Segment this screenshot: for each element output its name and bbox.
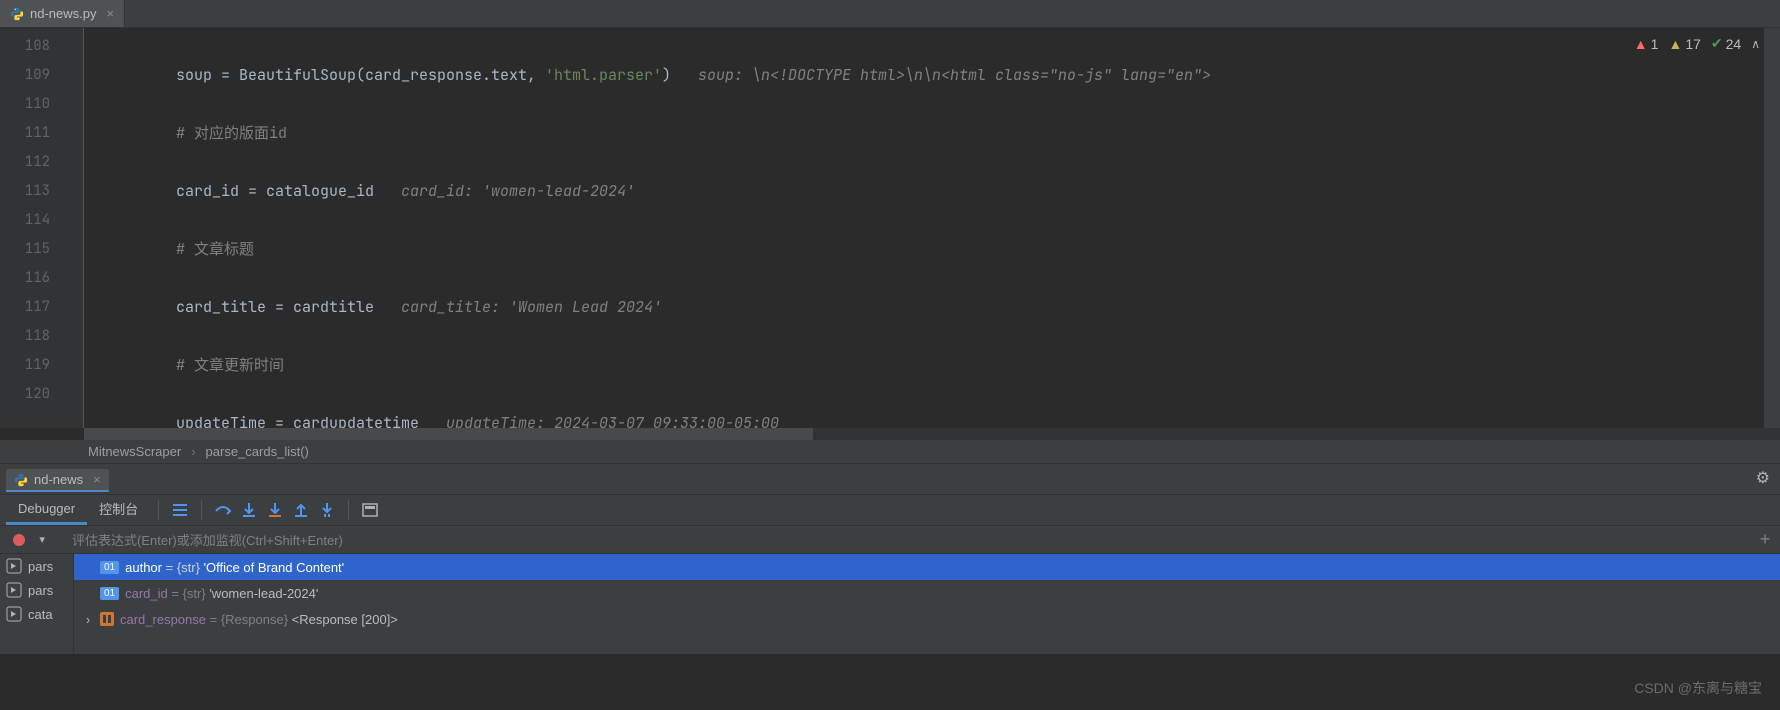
scrollbar-thumb[interactable] <box>84 428 813 440</box>
ok-count: 24 <box>1726 36 1742 52</box>
frame-item[interactable]: pars <box>0 554 73 578</box>
line-number: 109 <box>0 61 50 90</box>
debug-run-tab-label: nd-news <box>34 472 83 487</box>
expand-icon[interactable]: › <box>82 612 94 627</box>
code-line: updateTime = cardupdatetime updateTime: … <box>84 409 1780 428</box>
python-file-icon <box>10 7 24 21</box>
frame-label: cata <box>28 607 53 622</box>
error-count: 1 <box>1651 36 1659 52</box>
step-out-button[interactable] <box>288 497 314 523</box>
code-editor[interactable]: 108 109 110 111 112 113 114 115 116 117 … <box>0 28 1780 428</box>
frame-label: pars <box>28 559 53 574</box>
code-line: card_id = catalogue_id card_id: 'women-l… <box>84 177 1780 206</box>
restart-frame-icon <box>6 558 22 574</box>
code-line: card_title = cardtitle card_title: 'Wome… <box>84 293 1780 322</box>
variable-row[interactable]: › card_response = {Response} <Response [… <box>74 606 1780 632</box>
variable-name: card_id <box>125 586 168 601</box>
breadcrumb-method[interactable]: parse_cards_list() <box>206 444 309 459</box>
line-number: 114 <box>0 206 50 235</box>
step-into-button[interactable] <box>236 497 262 523</box>
variable-type: = {str} <box>168 586 210 601</box>
chevron-up-icon[interactable]: ∧ <box>1751 37 1760 51</box>
gear-icon[interactable]: ⚙ <box>1756 468 1770 488</box>
warning-count: 17 <box>1685 36 1701 52</box>
line-number: 118 <box>0 322 50 351</box>
debugger-tab-row: Debugger 控制台 <box>0 494 1780 526</box>
evaluate-watch-row: ▾ 评估表达式(Enter)或添加监视(Ctrl+Shift+Enter) + <box>0 526 1780 554</box>
line-number: 119 <box>0 351 50 380</box>
line-number: 115 <box>0 235 50 264</box>
variable-type: = {str} <box>162 560 204 575</box>
variable-value: <Response [200]> <box>292 612 398 627</box>
line-number: 117 <box>0 293 50 322</box>
debug-run-tab-row: nd-news × ⚙ <box>0 464 1780 494</box>
variables-pane[interactable]: 01 author = {str} 'Office of Brand Conte… <box>74 554 1780 654</box>
line-gutter: 108 109 110 111 112 113 114 115 116 117 … <box>0 28 60 428</box>
str-badge-icon: 01 <box>100 561 119 574</box>
error-icon: ▲ <box>1634 36 1648 52</box>
frame-label: pars <box>28 583 53 598</box>
line-number: 108 <box>0 32 50 61</box>
code-line: # 对应的版面id <box>84 119 1780 148</box>
variable-row[interactable]: 01 author = {str} 'Office of Brand Conte… <box>74 554 1780 580</box>
python-run-icon <box>14 473 28 487</box>
variable-name: author <box>125 560 162 575</box>
str-badge-icon: 01 <box>100 587 119 600</box>
frame-item[interactable]: pars <box>0 578 73 602</box>
object-badge-icon <box>100 612 114 626</box>
step-into-my-code-button[interactable] <box>262 497 288 523</box>
check-icon: ✔ <box>1711 35 1723 52</box>
line-number: 116 <box>0 264 50 293</box>
line-number: 112 <box>0 148 50 177</box>
code-area[interactable]: soup = BeautifulSoup(card_response.text,… <box>84 28 1780 428</box>
evaluate-expression-button[interactable] <box>357 497 383 523</box>
frames-pane[interactable]: pars pars cata <box>0 554 74 654</box>
restart-frame-icon <box>6 606 22 622</box>
variable-type: = {Response} <box>206 612 292 627</box>
frames-icon[interactable] <box>167 497 193 523</box>
code-line: soup = BeautifulSoup(card_response.text,… <box>84 61 1780 90</box>
breakpoint-icon[interactable] <box>13 534 25 546</box>
editor-tab-bar: nd-news.py × <box>0 0 1780 28</box>
warning-icon: ▲ <box>1668 36 1682 52</box>
variable-row[interactable]: 01 card_id = {str} 'women-lead-2024' <box>74 580 1780 606</box>
editor-tab-label: nd-news.py <box>30 6 96 21</box>
step-over-button[interactable] <box>210 497 236 523</box>
watermark-text: CSDN @东离与糖宝 <box>1634 678 1762 698</box>
editor-scrollbar[interactable] <box>1764 28 1780 428</box>
tab-debugger[interactable]: Debugger <box>6 495 87 525</box>
separator <box>348 500 349 520</box>
line-number: 111 <box>0 119 50 148</box>
close-icon[interactable]: × <box>106 6 114 21</box>
chevron-right-icon: › <box>191 444 195 459</box>
gutter-edge <box>60 28 84 428</box>
debug-run-tab[interactable]: nd-news × <box>6 469 109 492</box>
debugger-panes: pars pars cata 01 author = {str} 'Office… <box>0 554 1780 654</box>
add-watch-icon[interactable]: + <box>1750 529 1780 550</box>
chevron-down-icon[interactable]: ▾ <box>39 533 45 546</box>
close-icon[interactable]: × <box>93 472 101 487</box>
separator <box>201 500 202 520</box>
variable-name: card_response <box>120 612 206 627</box>
run-to-cursor-button[interactable] <box>314 497 340 523</box>
frame-item[interactable]: cata <box>0 602 73 626</box>
breadcrumb: MitnewsScraper › parse_cards_list() <box>0 440 1780 463</box>
editor-tab-nd-news[interactable]: nd-news.py × <box>0 0 125 27</box>
line-number: 110 <box>0 90 50 119</box>
separator <box>158 500 159 520</box>
code-line: # 文章更新时间 <box>84 351 1780 380</box>
debug-tool-window: nd-news × ⚙ Debugger 控制台 ▾ 评估表达式(Enter)或… <box>0 463 1780 654</box>
line-number: 120 <box>0 380 50 409</box>
variable-value: 'women-lead-2024' <box>209 586 318 601</box>
breadcrumb-class[interactable]: MitnewsScraper <box>88 444 181 459</box>
variable-value: 'Office of Brand Content' <box>204 560 345 575</box>
code-line: # 文章标题 <box>84 235 1780 264</box>
restart-frame-icon <box>6 582 22 598</box>
line-number: 113 <box>0 177 50 206</box>
inspection-indicators[interactable]: ▲1 ▲17 ✔24 ∧ <box>1634 35 1760 52</box>
tab-console[interactable]: 控制台 <box>87 493 150 527</box>
eval-left-controls: ▾ <box>0 533 58 546</box>
evaluate-input[interactable]: 评估表达式(Enter)或添加监视(Ctrl+Shift+Enter) <box>58 530 1750 549</box>
editor-horizontal-scrollbar[interactable] <box>84 428 1780 440</box>
